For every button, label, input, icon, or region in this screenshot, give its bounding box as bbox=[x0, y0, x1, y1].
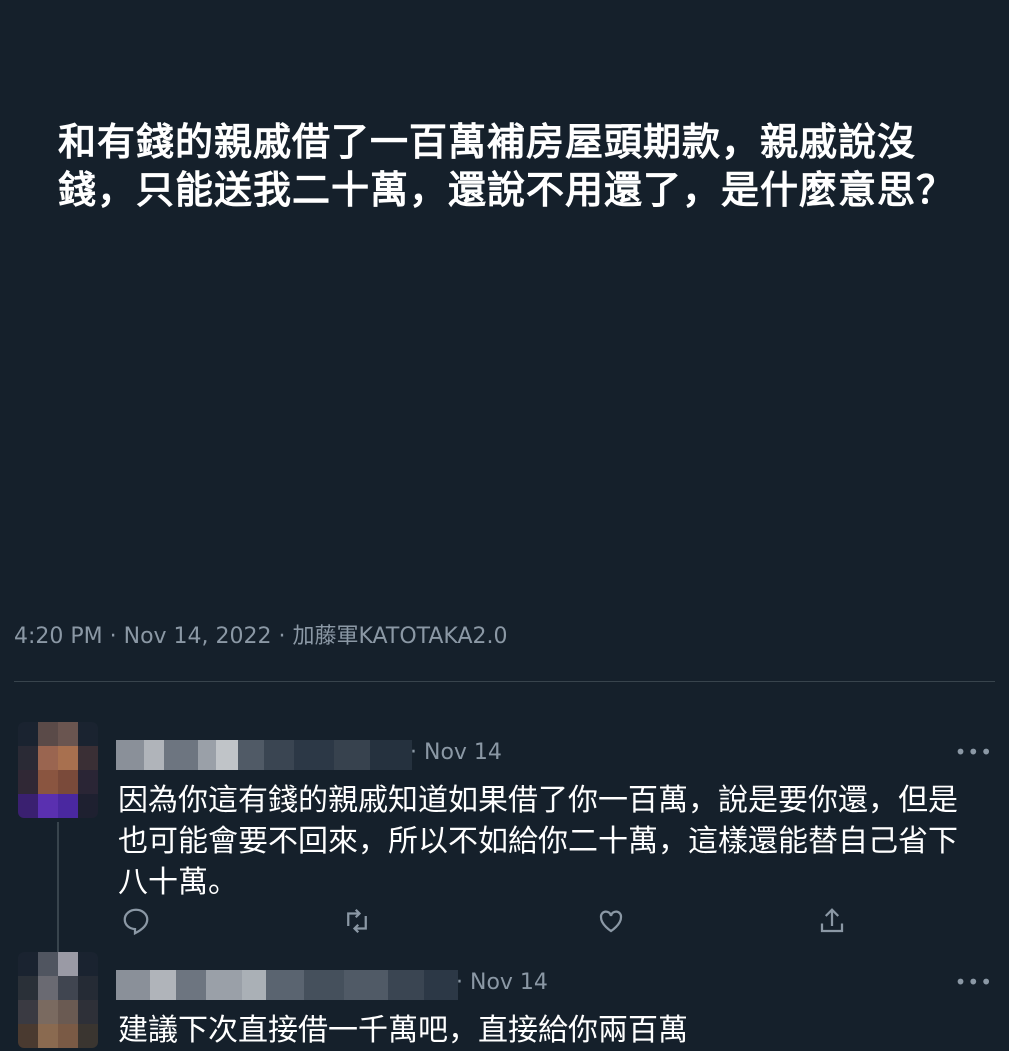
more-options-icon[interactable]: ••• bbox=[955, 970, 993, 994]
tweet-meta[interactable]: 4:20 PM · Nov 14, 2022 · 加藤軍KATOTAKA2.0 bbox=[14, 618, 508, 650]
reply-date[interactable]: · Nov 14 bbox=[456, 970, 548, 995]
tweet-text: 和有錢的親戚借了一百萬補房屋頭期款，親戚說沒錢，只能送我二十萬，還說不用還了，是… bbox=[58, 120, 956, 212]
reply-text: 因為你這有錢的親戚知道如果借了你一百萬，說是要你還，但是也可能會要不回來，所以不… bbox=[118, 783, 958, 900]
reply-text: 建議下次直接借一千萬吧，直接給你兩百萬 bbox=[118, 1013, 688, 1048]
reply-icon[interactable] bbox=[121, 906, 151, 936]
reply-actions bbox=[0, 906, 1009, 936]
reply-date[interactable]: · Nov 14 bbox=[410, 740, 502, 765]
retweet-icon[interactable] bbox=[342, 906, 372, 936]
username-blurred[interactable] bbox=[116, 740, 412, 770]
more-options-icon[interactable]: ••• bbox=[955, 740, 993, 764]
like-icon[interactable] bbox=[596, 906, 626, 936]
avatar[interactable] bbox=[18, 722, 98, 818]
avatar[interactable] bbox=[18, 952, 98, 1048]
username-blurred[interactable] bbox=[116, 970, 458, 1000]
thread-line bbox=[57, 822, 59, 962]
share-icon[interactable] bbox=[817, 906, 847, 936]
divider bbox=[14, 681, 995, 682]
